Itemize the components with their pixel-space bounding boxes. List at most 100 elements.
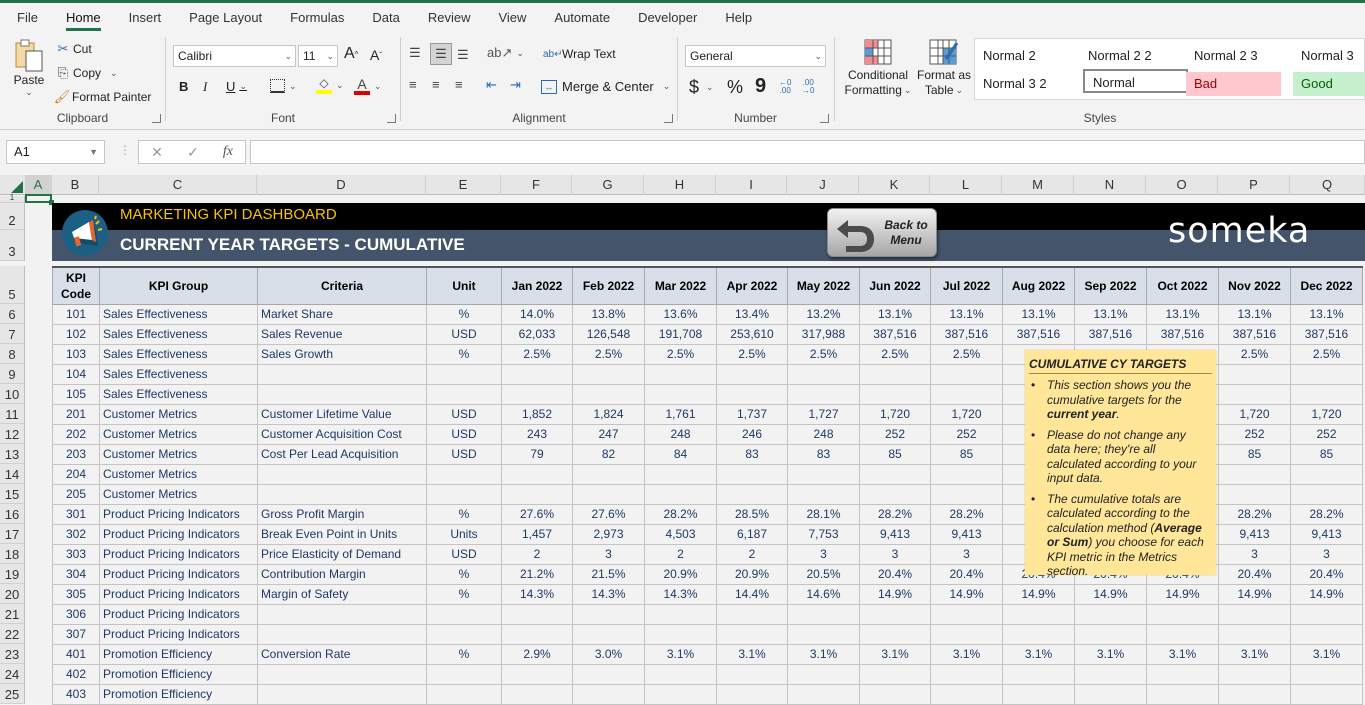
month-value-cell[interactable]: 14.0% [501, 303, 573, 325]
month-value-cell[interactable] [644, 603, 717, 625]
column-header-m[interactable]: M [1002, 175, 1074, 195]
month-value-cell[interactable]: 2.5% [930, 343, 1003, 365]
month-value-cell[interactable] [930, 363, 1003, 385]
row-header-10[interactable]: 10 [0, 384, 25, 404]
month-value-cell[interactable]: 191,708 [644, 323, 717, 345]
month-value-cell[interactable]: 21.5% [572, 563, 645, 585]
month-value-cell[interactable]: 13.1% [1218, 303, 1291, 325]
month-value-cell[interactable] [572, 463, 645, 485]
row-header-8[interactable]: 8 [0, 344, 25, 364]
enter-icon[interactable]: ✓ [187, 144, 199, 161]
column-header-c[interactable]: C [99, 175, 257, 195]
month-value-cell[interactable] [501, 383, 573, 405]
month-value-cell[interactable] [716, 663, 788, 685]
month-value-cell[interactable] [1290, 623, 1363, 645]
month-value-cell[interactable]: 2,973 [572, 523, 645, 545]
month-value-cell[interactable]: 14.9% [1002, 583, 1075, 605]
month-value-cell[interactable]: 3.1% [1002, 643, 1075, 665]
month-value-cell[interactable] [1074, 663, 1147, 685]
month-value-cell[interactable] [644, 463, 717, 485]
kpi-group-cell[interactable]: Customer Metrics [99, 403, 258, 425]
column-header-n[interactable]: N [1074, 175, 1146, 195]
month-value-cell[interactable]: 1,720 [1290, 403, 1363, 425]
row-header-5[interactable]: 5 [0, 266, 25, 304]
month-value-cell[interactable]: 83 [787, 443, 860, 465]
month-value-cell[interactable]: 20.4% [1218, 563, 1291, 585]
month-value-cell[interactable] [1290, 463, 1363, 485]
month-value-cell[interactable]: 2.5% [1218, 343, 1291, 365]
month-value-cell[interactable] [930, 383, 1003, 405]
month-value-cell[interactable]: 20.4% [1290, 563, 1363, 585]
kpi-group-cell[interactable]: Sales Effectiveness [99, 323, 258, 345]
month-value-cell[interactable] [1074, 603, 1147, 625]
row-header-11[interactable]: 11 [0, 404, 25, 424]
tab-page-layout[interactable]: Page Layout [189, 3, 262, 33]
month-value-cell[interactable] [859, 663, 931, 685]
month-value-cell[interactable]: 243 [501, 423, 573, 445]
back-to-menu-button[interactable]: Back to Menu [827, 208, 937, 257]
middle-align-button[interactable]: ☰ [430, 43, 452, 65]
month-value-cell[interactable]: 1,824 [572, 403, 645, 425]
month-value-cell[interactable] [1218, 603, 1291, 625]
paste-button[interactable]: Paste ⌄ [12, 39, 46, 98]
month-value-cell[interactable]: 9,413 [859, 523, 931, 545]
row-header-17[interactable]: 17 [0, 524, 25, 544]
cut-button[interactable]: ✂ Cut [55, 41, 92, 57]
tab-insert[interactable]: Insert [129, 3, 162, 33]
row-header-21[interactable]: 21 [0, 604, 25, 624]
month-value-cell[interactable]: 387,516 [1002, 323, 1075, 345]
unit-cell[interactable] [426, 383, 502, 405]
month-value-cell[interactable]: 14.3% [501, 583, 573, 605]
kpi-group-cell[interactable]: Product Pricing Indicators [99, 543, 258, 565]
month-value-cell[interactable] [1146, 663, 1219, 685]
name-box[interactable]: A1 ▼ [6, 140, 105, 164]
row-header-13[interactable]: 13 [0, 444, 25, 464]
month-value-cell[interactable]: 13.1% [1002, 303, 1075, 325]
percent-button[interactable]: % [727, 77, 743, 98]
column-header-k[interactable]: K [859, 175, 930, 195]
month-value-cell[interactable]: 13.2% [787, 303, 860, 325]
month-value-cell[interactable]: 3.1% [930, 643, 1003, 665]
tab-review[interactable]: Review [428, 3, 471, 33]
row-header-24[interactable]: 24 [0, 664, 25, 684]
kpi-group-cell[interactable]: Sales Effectiveness [99, 363, 258, 385]
month-value-cell[interactable] [716, 483, 788, 505]
criteria-cell[interactable]: Price Elasticity of Demand [257, 543, 427, 565]
criteria-cell[interactable] [257, 683, 427, 705]
unit-cell[interactable]: USD [426, 543, 502, 565]
month-value-cell[interactable]: 252 [930, 423, 1003, 445]
month-value-cell[interactable] [1218, 623, 1291, 645]
month-value-cell[interactable]: 3 [787, 543, 860, 565]
orientation-button[interactable]: ab↗ ⌄ [487, 45, 524, 61]
column-header-e[interactable]: E [426, 175, 501, 195]
kpi-code-cell[interactable]: 204 [52, 463, 100, 485]
month-value-cell[interactable]: 20.5% [787, 563, 860, 585]
cancel-icon[interactable]: ✕ [151, 144, 163, 161]
month-value-cell[interactable]: 21.2% [501, 563, 573, 585]
month-value-cell[interactable]: 9,413 [930, 523, 1003, 545]
tab-data[interactable]: Data [372, 3, 399, 33]
underline-button[interactable]: U ⌄ [226, 79, 247, 94]
month-value-cell[interactable]: 27.6% [572, 503, 645, 525]
unit-cell[interactable]: USD [426, 403, 502, 425]
merge-center-button[interactable]: ↔ Merge & Center ⌄ [541, 79, 670, 94]
month-value-cell[interactable]: 2.5% [716, 343, 788, 365]
row-header-2[interactable]: 2 [0, 203, 25, 230]
row-header-1[interactable]: 1 [0, 194, 25, 203]
month-value-cell[interactable]: 1,852 [501, 403, 573, 425]
unit-cell[interactable]: % [426, 303, 502, 325]
month-value-cell[interactable]: 27.6% [501, 503, 573, 525]
criteria-cell[interactable] [257, 623, 427, 645]
decrease-decimal-button[interactable]: .00 →0 [802, 79, 814, 95]
cell-style-good[interactable]: Good [1293, 72, 1365, 96]
kpi-code-cell[interactable]: 104 [52, 363, 100, 385]
month-value-cell[interactable]: 1,720 [859, 403, 931, 425]
kpi-code-cell[interactable]: 401 [52, 643, 100, 665]
increase-indent-button[interactable]: ⇥ [510, 77, 521, 93]
month-value-cell[interactable]: 13.1% [1146, 303, 1219, 325]
unit-cell[interactable]: USD [426, 423, 502, 445]
kpi-group-cell[interactable]: Product Pricing Indicators [99, 623, 258, 645]
month-value-cell[interactable]: 2 [501, 543, 573, 565]
kpi-code-cell[interactable]: 307 [52, 623, 100, 645]
month-value-cell[interactable] [572, 483, 645, 505]
